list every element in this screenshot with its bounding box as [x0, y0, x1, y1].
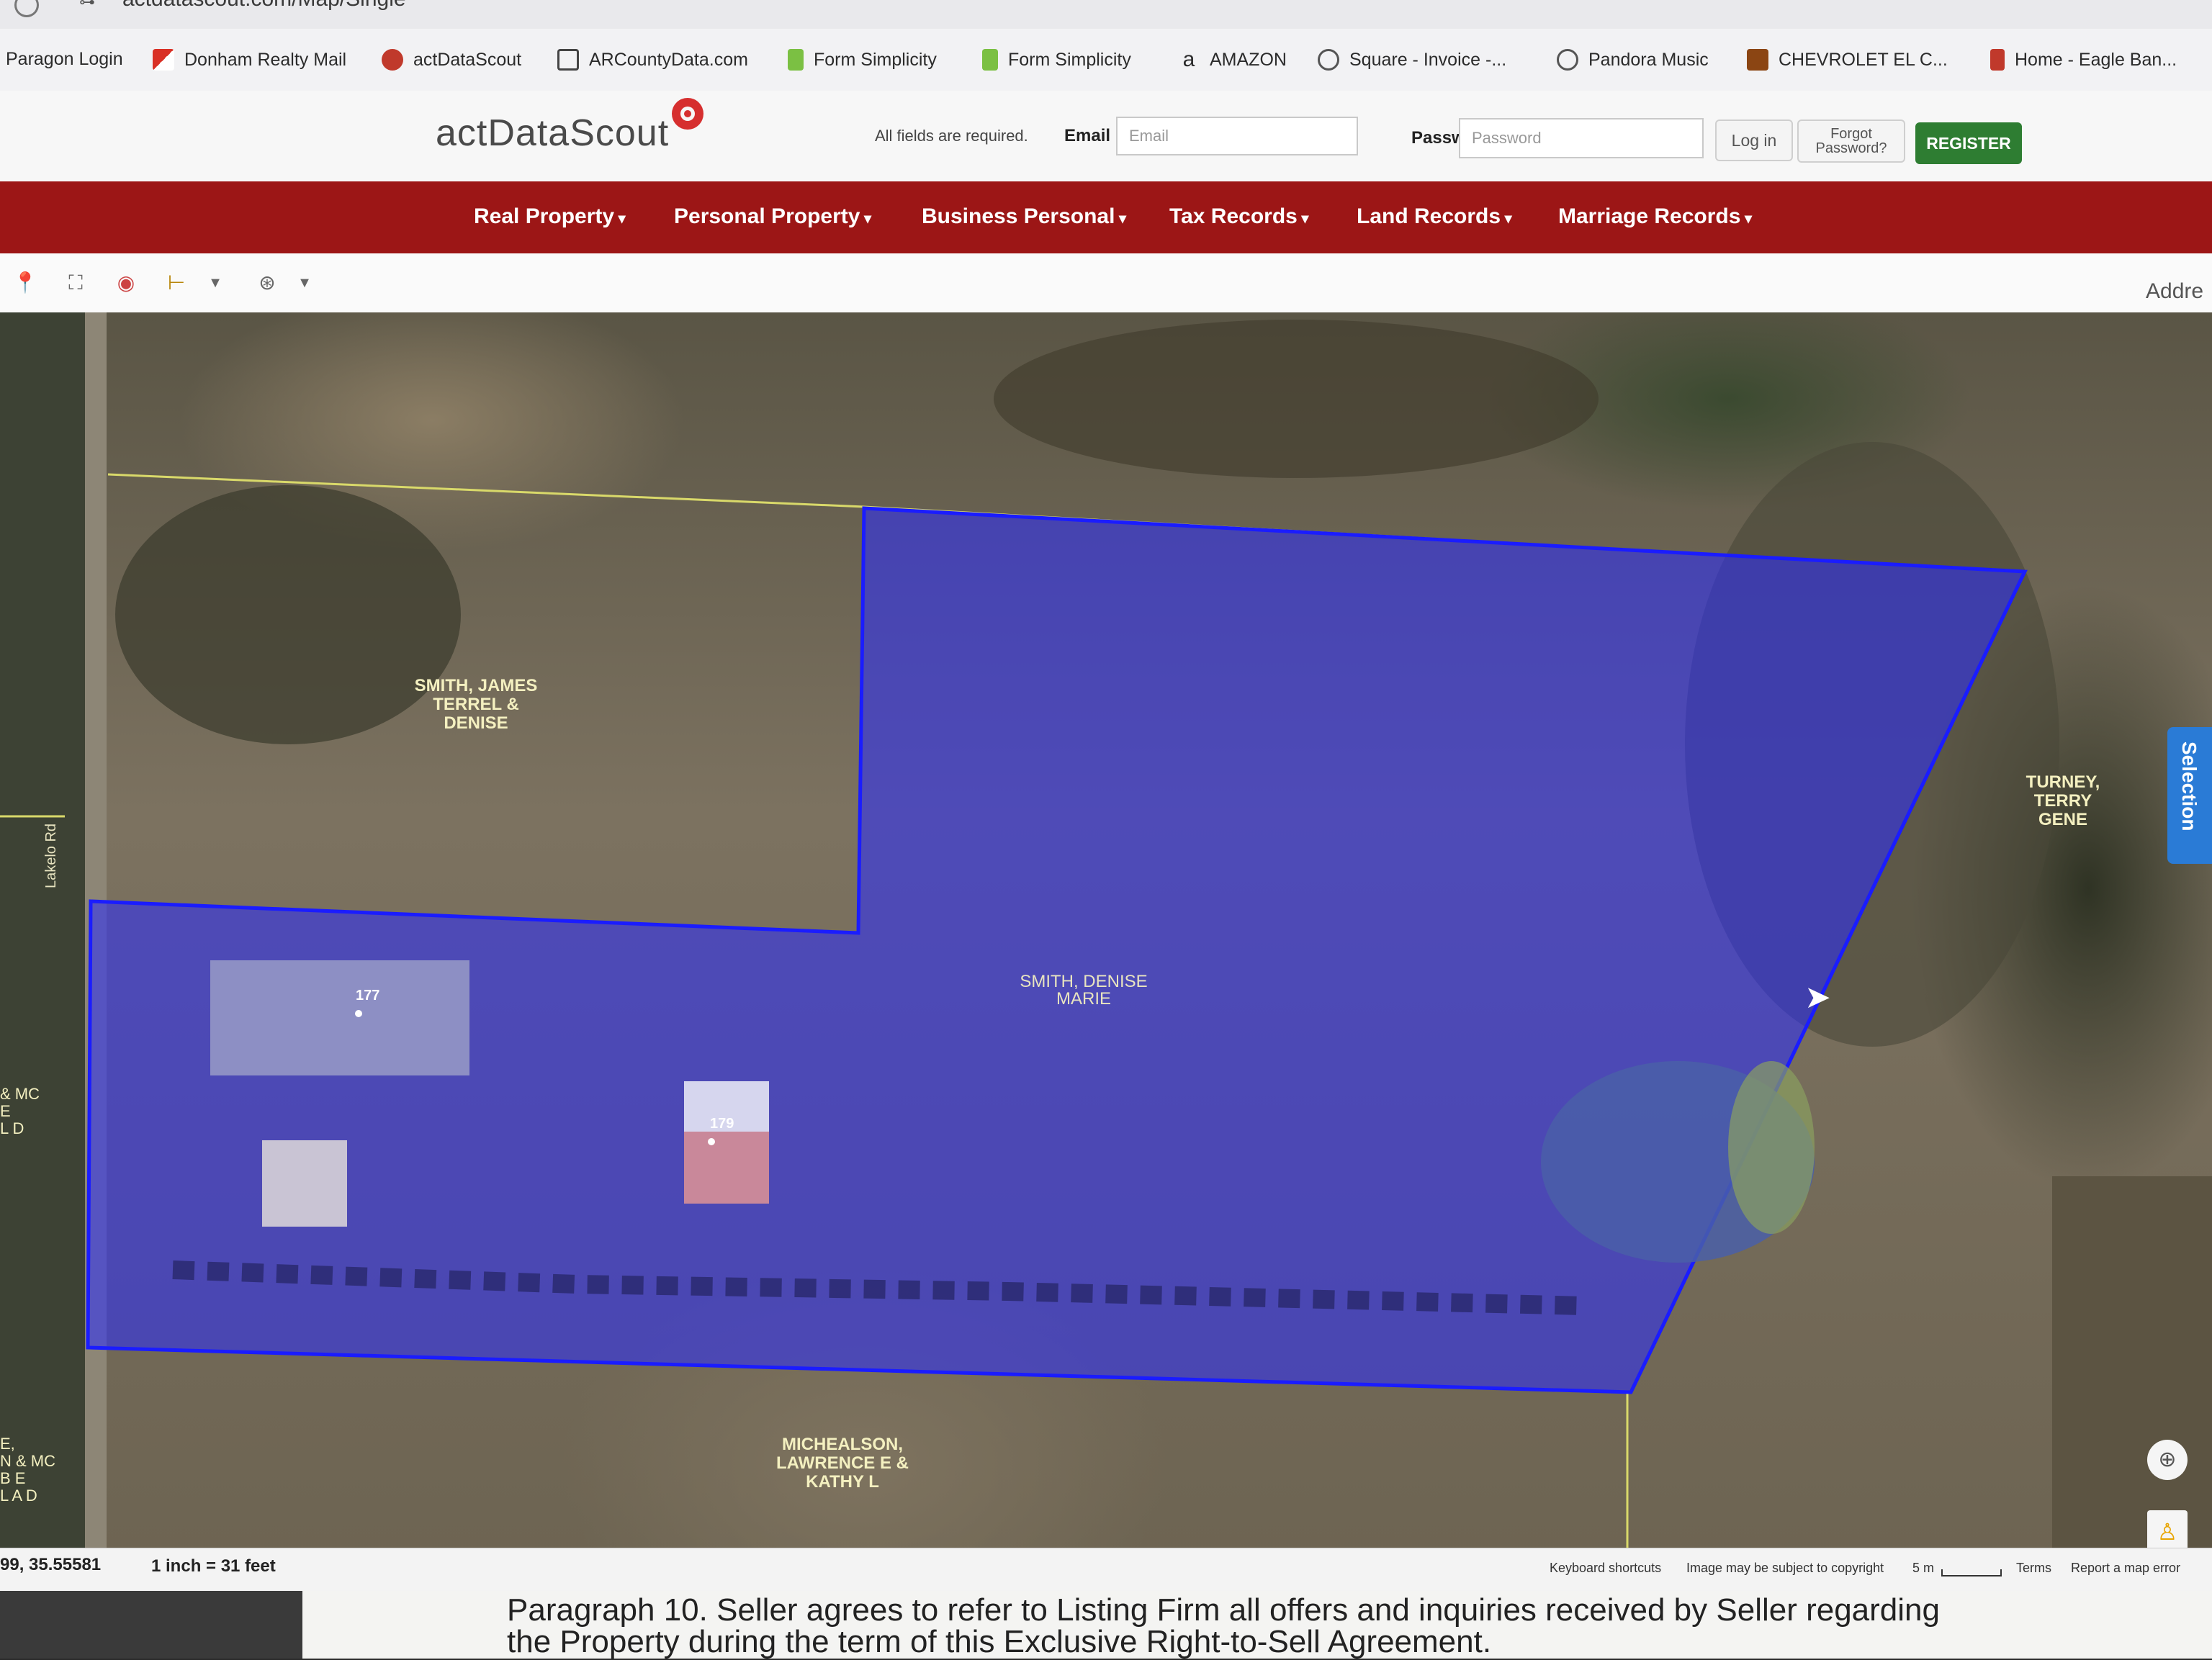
site-info-icon[interactable]: ⊶ — [79, 0, 95, 12]
site-logo[interactable]: actDataScout — [436, 112, 669, 155]
building-177 — [210, 960, 469, 1075]
globe-icon — [1557, 49, 1578, 71]
bookmark-chevrolet[interactable]: CHEVROLET EL C... — [1747, 49, 1948, 71]
login-button[interactable]: Log in — [1715, 119, 1793, 161]
main-nav: Real Property Personal Property Business… — [0, 181, 2212, 253]
address-number: 179 — [710, 1116, 734, 1132]
building-179 — [684, 1132, 769, 1204]
paper-document: Paragraph 10. Seller agrees to refer to … — [0, 1591, 2212, 1659]
owner-label-edge: E, N & MC B E L A D — [0, 1435, 55, 1505]
selection-panel-tab[interactable]: Selection — [2167, 727, 2212, 864]
bookmark-label: Pandora Music — [1588, 49, 1709, 70]
dropdown-icon[interactable]: ▼ — [200, 268, 230, 298]
document-icon — [982, 49, 998, 71]
bookmark-form-simplicity-2[interactable]: Form Simplicity — [982, 49, 1131, 71]
bookmark-label: Square - Invoice -... — [1349, 49, 1507, 70]
field — [2052, 1176, 2212, 1565]
bookmark-label: CHEVROLET EL C... — [1779, 49, 1948, 70]
nav-business-personal[interactable]: Business Personal — [922, 204, 1126, 229]
globe-icon — [1318, 49, 1339, 71]
bookmark-label: Form Simplicity — [814, 49, 937, 70]
fullscreen-icon[interactable]: ⛶ — [60, 268, 91, 298]
owner-label: SMITH, DENISE MARIE — [1020, 972, 1148, 1009]
eraser-icon[interactable]: ◉ — [111, 268, 141, 298]
street-view-pegman-icon[interactable]: ♙ — [2147, 1510, 2188, 1553]
gmail-icon — [153, 49, 174, 71]
required-note: All fields are required. — [875, 127, 1028, 145]
mouse-cursor-icon: ➤ — [1804, 980, 1831, 1015]
arcountydata-icon — [557, 49, 579, 71]
owner-label-edge: & MC E L D — [0, 1085, 40, 1137]
bookmark-pandora-music[interactable]: Pandora Music — [1557, 49, 1709, 71]
nav-tax-records[interactable]: Tax Records — [1169, 204, 1308, 229]
pin-icon[interactable]: 📍 — [10, 268, 40, 298]
address-search-input[interactable]: Addre — [2146, 279, 2203, 304]
dropdown-icon[interactable]: ▼ — [289, 268, 320, 298]
logo-star-icon — [672, 98, 703, 130]
password-field[interactable]: Password — [1459, 118, 1704, 158]
scale-readout: 1 inch = 31 feet — [151, 1556, 276, 1576]
bookmark-actdatascout[interactable]: actDataScout — [382, 49, 521, 71]
map-overlay — [0, 312, 2212, 1565]
report-map-error-link[interactable]: Report a map error — [2071, 1561, 2180, 1576]
trees — [994, 320, 1599, 478]
bookmark-eagle-bank[interactable]: Home - Eagle Ban... — [1990, 49, 2177, 71]
monitor-bezel — [0, 1591, 302, 1659]
bookmark-paragon-login[interactable]: Paragon Login — [6, 49, 123, 70]
document-line: the Property during the term of this Exc… — [507, 1624, 1492, 1659]
bookmark-label: AMAZON — [1210, 49, 1287, 70]
bookmark-label: Donham Realty Mail — [184, 49, 347, 70]
bookmark-label: actDataScout — [413, 49, 522, 70]
pond-edge — [1728, 1061, 1815, 1234]
map-toolbar: 📍 ⛶ ◉ ⊢ ▼ ⊛ ▼ — [0, 253, 2212, 313]
owner-label: TURNEY, TERRY GENE — [2026, 772, 2100, 829]
tree-line-left — [0, 312, 86, 1565]
address-point[interactable] — [708, 1138, 715, 1145]
amazon-icon: a — [1182, 48, 1195, 71]
bookmarks-bar: Paragon Login Donham Realty Mail actData… — [0, 29, 2212, 91]
bookmark-amazon[interactable]: a AMAZON — [1178, 49, 1287, 71]
selection-tab-label: Selection — [2178, 741, 2200, 831]
document-icon — [788, 49, 804, 71]
recenter-icon[interactable]: ⊕ — [2147, 1440, 2188, 1480]
address-number: 177 — [356, 988, 380, 1003]
bookmark-form-simplicity-1[interactable]: Form Simplicity — [788, 49, 937, 71]
nav-real-property[interactable]: Real Property — [474, 204, 626, 229]
keyboard-shortcuts-link[interactable]: Keyboard shortcuts — [1550, 1561, 1661, 1576]
owner-label: MICHEALSON, LAWRENCE E & KATHY L — [775, 1435, 909, 1492]
bookmark-arcountydata[interactable]: ARCountyData.com — [557, 49, 748, 71]
email-field[interactable]: Email — [1116, 117, 1358, 155]
chevrolet-icon — [1747, 49, 1768, 71]
owner-label: SMITH, JAMES TERREL & DENISE — [414, 676, 538, 733]
document-line: Paragraph 10. Seller agrees to refer to … — [507, 1592, 1940, 1628]
nav-marriage-records[interactable]: Marriage Records — [1558, 204, 1752, 229]
url-text[interactable]: actdatascout.com/Map/Single — [122, 0, 406, 12]
eagle-icon — [1990, 49, 2005, 71]
bookmark-label: Home - Eagle Ban... — [2015, 49, 2177, 70]
road-label: Lakelo Rd — [43, 823, 59, 888]
register-button[interactable]: REGISTER — [1915, 122, 2022, 164]
coordinate-readout: 99, 35.55581 — [0, 1555, 102, 1574]
layers-icon[interactable]: ⊛ — [252, 268, 282, 298]
measure-icon[interactable]: ⊢ — [161, 268, 192, 298]
forgot-password-button[interactable]: Forgot Password? — [1797, 119, 1905, 163]
reload-icon[interactable] — [14, 0, 39, 17]
bookmark-label: Paragon Login — [6, 49, 123, 69]
terms-link[interactable]: Terms — [2016, 1561, 2051, 1576]
address-point[interactable] — [355, 1010, 362, 1017]
browser-url-bar[interactable]: ⊶ actdatascout.com/Map/Single — [0, 0, 2212, 29]
scale-bar — [1941, 1569, 2002, 1576]
actdatascout-icon — [382, 49, 403, 71]
driveway-pad — [262, 1140, 347, 1227]
bookmark-label: Form Simplicity — [1008, 49, 1131, 70]
nav-land-records[interactable]: Land Records — [1357, 204, 1512, 229]
nav-personal-property[interactable]: Personal Property — [674, 204, 871, 229]
bookmark-label: ARCountyData.com — [589, 49, 748, 70]
map-scale-label: 5 m — [1912, 1561, 1935, 1575]
aerial-map[interactable]: SMITH, JAMES TERREL & DENISE TURNEY, TER… — [0, 312, 2212, 1565]
email-label: Email — [1064, 126, 1111, 145]
copyright-note: Image may be subject to copyright — [1686, 1561, 1884, 1575]
bookmark-square-invoice[interactable]: Square - Invoice -... — [1318, 49, 1506, 71]
bookmark-donham-realty-mail[interactable]: Donham Realty Mail — [153, 49, 346, 71]
